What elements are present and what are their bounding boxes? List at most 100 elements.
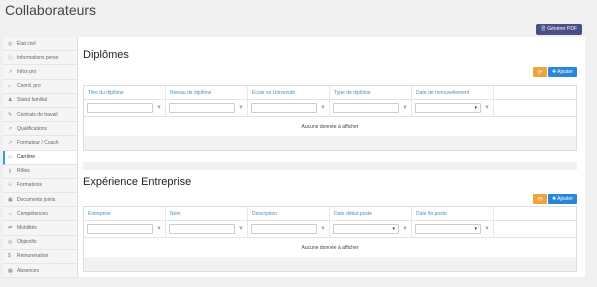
sidebar-item-absences[interactable]: ▦ Absences <box>3 264 77 279</box>
sidebar-item-label: Coord. pro <box>17 83 41 90</box>
sidebar-item-statut-familial[interactable]: ♟ Statut familial <box>3 94 77 108</box>
file-icon: 🗎 <box>541 26 546 32</box>
filter-icon[interactable]: ▼ <box>484 105 490 111</box>
sidebar-item-roles[interactable]: ⚷ Rôles <box>3 165 77 179</box>
sidebar-item-contrats[interactable]: ✎ Contrats de travail <box>3 108 77 123</box>
sidebar-item-label: Rôles <box>17 168 30 175</box>
filter-icon[interactable]: ▼ <box>484 226 490 232</box>
sidebar-item-informations-perso[interactable]: ⓘ Informations perso <box>3 51 77 66</box>
folder-icon: ▣ <box>8 196 13 203</box>
column-header[interactable]: Date de renouvellement <box>412 86 494 99</box>
empty-message: Aucune donnée à afficher <box>301 244 359 251</box>
diplomes-title: Diplômes <box>83 49 129 61</box>
sidebar-item-formations[interactable]: ⚇ Formations <box>3 179 77 194</box>
sidebar-item-label: Formations <box>17 182 43 189</box>
calendar-icon: ▦ <box>8 267 13 274</box>
sidebar-item-carriere[interactable]: ▭ Carrière <box>3 150 77 165</box>
sidebar-item-mobilites[interactable]: ⇄ Mobilités <box>3 221 77 236</box>
column-header[interactable]: École ou Université <box>248 86 330 99</box>
column-header[interactable]: Date fin poste <box>412 207 494 220</box>
app-frame: Collaborateurs 🗎 Générer PDF ◎ État civil… <box>0 0 597 287</box>
filter-input[interactable] <box>251 224 317 234</box>
filter-input[interactable] <box>169 224 235 234</box>
filter-icon[interactable]: ▼ <box>156 105 162 111</box>
family-icon: ♟ <box>8 97 13 104</box>
experience-refresh-button[interactable]: ⟳ <box>532 194 547 204</box>
generate-pdf-label: Générer PDF <box>547 26 577 32</box>
filter-input[interactable] <box>251 103 317 113</box>
chevron-down-icon: ▾ <box>474 226 477 232</box>
chevron-down-icon: ▾ <box>392 226 395 232</box>
sidebar-item-etat-civil[interactable]: ◎ État civil <box>3 37 77 52</box>
chart-icon: ↗ <box>8 125 13 132</box>
filter-input[interactable] <box>333 103 399 113</box>
filter-cell: ▼ <box>84 100 166 116</box>
chevron-down-icon: ▾ <box>474 105 477 111</box>
exchange-icon: ⇄ <box>8 225 13 232</box>
filter-icon[interactable]: ▼ <box>402 226 408 232</box>
filter-cell: ▼ <box>248 100 330 116</box>
sidebar-item-infos-pro[interactable]: ↗ Infos pro <box>3 65 77 80</box>
sidebar-item-label: Absences <box>17 267 39 274</box>
chart-icon: ↗ <box>8 68 13 75</box>
column-header[interactable]: Type de diplôme <box>330 86 412 99</box>
filter-date-select[interactable]: ▾ <box>415 224 481 234</box>
group-icon: ⚇ <box>8 182 13 189</box>
column-header[interactable]: Entreprise <box>84 207 166 220</box>
filter-input[interactable] <box>87 224 153 234</box>
table-filter-row: ▼ ▼ ▼ ▼ ▾ ▼ <box>84 100 576 117</box>
filter-icon[interactable]: ▼ <box>238 226 244 232</box>
table-header-row: Entreprise Nom Description Date début po… <box>84 207 576 221</box>
contract-icon: ✎ <box>8 111 13 118</box>
filter-icon[interactable]: ▼ <box>320 226 326 232</box>
diplomes-table: Titre du diplôme Niveau de diplôme École… <box>83 85 577 151</box>
diplomes-refresh-button[interactable]: ⟳ <box>532 67 547 77</box>
filter-icon[interactable]: ▼ <box>238 105 244 111</box>
column-header[interactable]: Date début poste <box>330 207 412 220</box>
sidebar-item-label: Documents joints <box>17 196 56 203</box>
refresh-icon: ⟳ <box>537 196 543 203</box>
filter-cell-empty <box>494 221 576 237</box>
sidebar-item-coord-pro[interactable]: ⌂ Coord. pro <box>3 80 77 94</box>
target-icon: ◎ <box>8 40 13 47</box>
filter-icon[interactable]: ▼ <box>320 105 326 111</box>
chart-icon: ↗ <box>8 139 13 146</box>
table-filter-row: ▼ ▼ ▼ ▾ ▼ ▾ ▼ <box>84 221 576 238</box>
plus-icon: ✚ <box>551 69 557 75</box>
filter-input[interactable] <box>87 103 153 113</box>
laptop-icon: ▭ <box>8 154 13 161</box>
diplomes-add-button[interactable]: ✚ Ajouter <box>547 67 577 77</box>
column-header[interactable]: Description <box>248 207 330 220</box>
sidebar-item-label: Contrats de travail <box>17 111 58 118</box>
sidebar-item-label: Qualifications <box>17 125 48 132</box>
sidebar-item-qualifications[interactable]: ↗ Qualifications <box>3 122 77 137</box>
filter-cell: ▾ ▼ <box>412 221 494 237</box>
sidebar-item-label: Rémunération <box>17 253 49 260</box>
filter-cell: ▼ <box>166 221 248 237</box>
filter-date-select[interactable]: ▾ <box>333 224 399 234</box>
plus-icon: ✚ <box>551 196 557 202</box>
table-footer <box>84 257 576 271</box>
column-header-empty <box>494 86 576 99</box>
column-header[interactable]: Titre du diplôme <box>84 86 166 99</box>
sidebar-item-competences[interactable]: ☼ Compétences <box>3 207 77 222</box>
column-header[interactable]: Nom <box>166 207 248 220</box>
sidebar-item-objectifs[interactable]: ◎ Objectifs <box>3 236 77 250</box>
filter-date-select[interactable]: ▾ <box>415 103 481 113</box>
filter-input[interactable] <box>169 103 235 113</box>
experience-add-label: Ajouter <box>557 196 573 202</box>
sidebar-item-documents-joints[interactable]: ▣ Documents joints <box>3 193 77 208</box>
sidebar-item-remuneration[interactable]: $ Rémunération <box>3 250 77 264</box>
filter-cell: ▼ <box>166 100 248 116</box>
sidebar-item-label: Informations perso <box>17 54 59 61</box>
sidebar-item-formateur-coach[interactable]: ↗ Formateur / Coach <box>3 136 77 151</box>
generate-pdf-button[interactable]: 🗎 Générer PDF <box>536 24 582 35</box>
address-icon: ⌂ <box>8 83 12 90</box>
diplomes-actions: ⟳ ✚ Ajouter <box>532 67 577 77</box>
experience-add-button[interactable]: ✚ Ajouter <box>547 194 577 204</box>
filter-icon[interactable]: ▼ <box>402 105 408 111</box>
filter-icon[interactable]: ▼ <box>156 226 162 232</box>
column-header[interactable]: Niveau de diplôme <box>166 86 248 99</box>
filter-cell: ▾ ▼ <box>412 100 494 116</box>
filter-cell: ▼ <box>330 100 412 116</box>
